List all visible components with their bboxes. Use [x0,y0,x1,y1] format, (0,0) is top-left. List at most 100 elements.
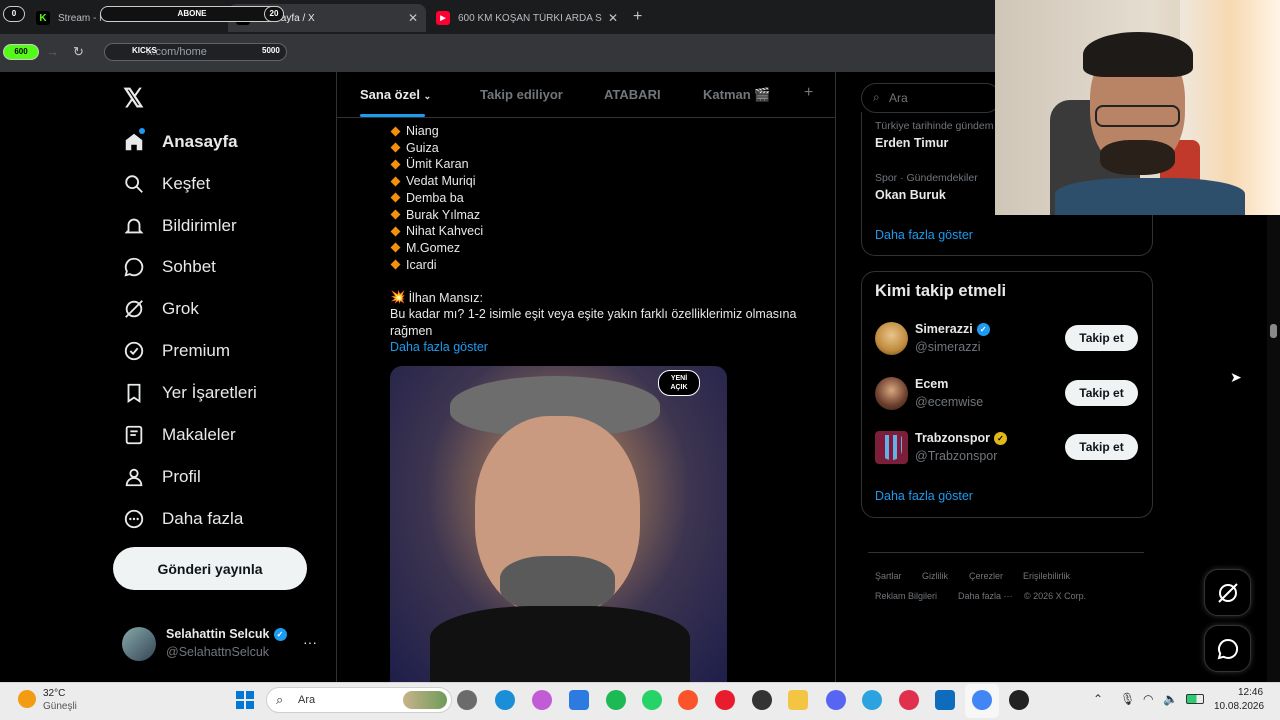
scrollbar-thumb[interactable] [1270,324,1277,338]
volume-icon[interactable]: 🔈 [1163,692,1178,706]
suggestion-name[interactable]: Trabzonspor ✓ [915,431,1008,445]
orange-diamond-icon [390,159,401,170]
nav-item-profile[interactable]: Profil [122,462,201,492]
follow-button[interactable]: Takip et [1065,434,1138,460]
weather-temp[interactable]: 32°C [43,688,65,699]
follow-show-more-link[interactable]: Daha fazla göster [875,489,973,503]
x-logo-icon[interactable]: 𝕏 [123,83,144,114]
avatar[interactable] [875,431,908,464]
file-explorer-icon[interactable] [457,690,477,710]
nav-item-label: Grok [162,299,199,318]
brave-icon[interactable] [678,690,698,710]
account-name[interactable]: Selahattin Selcuk ✓ [166,627,287,641]
trend-name[interactable]: Erden Timur [875,136,948,150]
close-icon[interactable]: ✕ [408,11,418,25]
footer-link[interactable]: Daha fazla ··· [958,591,1013,601]
battery-icon[interactable] [1186,694,1204,704]
footer-copyright: © 2026 X Corp. [1024,591,1087,601]
footer-link[interactable]: Gizlilik [922,571,948,581]
tweet-show-more-link[interactable]: Daha fazla göster [390,340,488,354]
abone-bar: ABONE [100,6,284,22]
follow-button[interactable]: Takip et [1065,325,1138,351]
suggestion-name-text: Simerazzi [915,322,973,336]
opera-gx-icon[interactable] [899,690,919,710]
footer-link[interactable]: Reklam Bilgileri [875,591,937,601]
footer-link[interactable]: Şartlar [875,571,902,581]
tab-katman[interactable]: Katman 🎬 [703,87,770,103]
yeni-acik-logo: YENİ AÇIK [658,370,700,396]
nav-item-search[interactable]: Keşfet [122,169,210,199]
outlook-icon[interactable] [935,690,955,710]
tab-following[interactable]: Takip ediliyor [480,87,563,102]
suggestion-name[interactable]: Ecem [915,377,948,391]
close-icon[interactable]: ✕ [608,11,618,25]
forward-icon[interactable]: → [46,44,59,59]
microphone-icon[interactable]: 🎙 [1120,692,1135,706]
edge-icon[interactable] [495,690,515,710]
trends-show-more-link[interactable]: Daha fazla göster [875,228,973,242]
abone-label: ABONE [177,9,207,18]
nav-item-premium[interactable]: Premium [122,336,230,366]
nav-item-article[interactable]: Makaleler [122,420,236,450]
avatar[interactable] [122,627,156,661]
folder-icon[interactable] [788,690,808,710]
avatar[interactable] [875,377,908,410]
taskbar-search[interactable]: ⌕ Ara [266,687,452,713]
suggestion-name[interactable]: Simerazzi ✓ [915,322,990,336]
tab-for-you[interactable]: Sana özel ⌄ [360,87,431,102]
search-box[interactable]: ⌕ Ara [861,83,1001,113]
tab-atabari[interactable]: ATABARI [604,87,661,102]
opera-icon[interactable] [715,690,735,710]
glasses-shape [1095,105,1180,127]
orange-diamond-icon [390,226,401,237]
nav-item-bookmark[interactable]: Yer İşaretleri [122,378,257,408]
add-tab-button[interactable]: + [804,84,813,102]
counter-left: 0 [3,6,25,22]
player-name: Ümit Karan [406,157,469,172]
orange-diamond-icon [390,259,401,270]
follow-button[interactable]: Takip et [1065,380,1138,406]
store-icon[interactable] [569,690,589,710]
tweet-text-line2: rağmen [390,324,433,338]
messages-float-button[interactable] [1204,625,1251,672]
trend-category: Spor · Gündemdekiler [875,172,978,184]
kick-icon: K [36,11,50,25]
taskbar [0,682,1280,720]
nav-item-more-circle[interactable]: Daha fazla [122,504,243,534]
suggestion-handle: @Trabzonspor [915,449,998,463]
suggestion-handle: @ecemwise [915,395,984,409]
nav-item-bell[interactable]: Bildirimler [122,211,237,241]
clock-time[interactable]: 12:46 [1238,687,1263,698]
footer-link[interactable]: Çerezler [969,571,1003,581]
logo-line2: AÇIK [670,384,688,391]
discord-icon[interactable] [826,690,846,710]
new-tab-button[interactable]: + [633,8,642,26]
nav-item-chat[interactable]: Sohbet [122,252,216,282]
trend-name[interactable]: Okan Buruk [875,188,946,202]
account-more-icon[interactable]: ··· [303,634,317,650]
obs-icon[interactable] [1009,690,1029,710]
tweet-media-image[interactable]: YENİ AÇIK [390,366,727,682]
spotify-icon[interactable] [606,690,626,710]
collision-icon: 💥 [390,290,406,304]
tab-youtube[interactable]: ▶ 600 KM KOŞAN TÜRKİ ARDA S ✕ [428,4,626,32]
footer-link[interactable]: Erişilebilirlik [1023,571,1070,581]
bell-icon [122,214,146,238]
app-icon[interactable] [752,690,772,710]
orange-diamond-icon [390,176,401,187]
telegram-icon[interactable] [862,690,882,710]
chrome-icon[interactable] [972,690,992,710]
wifi-icon[interactable]: ◠ [1143,692,1153,706]
grok-float-button[interactable] [1204,569,1251,616]
reload-icon[interactable]: ↻ [73,44,84,60]
orange-diamond-icon [390,192,401,203]
windows-start-icon[interactable] [236,691,254,709]
avatar[interactable] [875,322,908,355]
nav-item-grok[interactable]: Grok [122,294,199,324]
whatsapp-icon[interactable] [642,690,662,710]
post-button[interactable]: Gönderi yayınla [113,547,307,590]
nav-item-label: Anasayfa [162,132,238,151]
clock-date[interactable]: 10.08.2026 [1214,701,1264,712]
copilot-icon[interactable] [532,690,552,710]
chevron-up-icon[interactable]: ⌃ [1093,692,1103,706]
